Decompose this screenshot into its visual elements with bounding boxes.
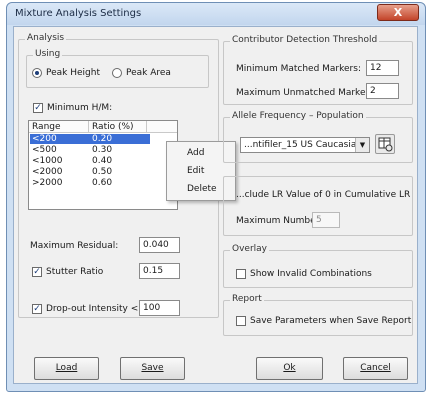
chevron-down-icon[interactable]: ▼ [355, 138, 369, 152]
range-ratio-table[interactable]: Range Ratio (%) <200 0.20 <500 0.30 <100… [28, 120, 178, 210]
using-legend: Using [33, 49, 63, 59]
range-cell: >2000 [32, 178, 63, 188]
save-button[interactable]: Save [120, 357, 185, 380]
analysis-legend: Analysis [25, 33, 67, 43]
ratio-cell: 0.60 [92, 178, 113, 188]
save-parameters-checkbox[interactable] [236, 316, 246, 326]
population-dropdown[interactable]: ...ntifiler_15 US Caucasian ▼ [240, 137, 370, 153]
dropout-label[interactable]: Drop-out Intensity < [46, 304, 138, 314]
range-cell: <500 [32, 145, 57, 155]
maximum-number-input[interactable]: 5 [312, 212, 340, 228]
maximum-residual-input[interactable]: 0.040 [139, 237, 180, 253]
title-bar[interactable]: Mixture Analysis Settings X [7, 3, 425, 25]
peak-height-label[interactable]: Peak Height [46, 68, 100, 78]
maximum-number-label: Maximum Number: [236, 216, 323, 226]
max-unmatched-input[interactable]: 2 [366, 83, 399, 99]
table-row[interactable]: >2000 0.60 [30, 178, 150, 188]
column-separator[interactable] [146, 121, 147, 133]
menu-item-edit[interactable]: Edit [187, 166, 204, 176]
dropout-checkbox[interactable]: ✓ [32, 304, 42, 314]
min-matched-input[interactable]: 12 [366, 60, 399, 76]
population-edit-button[interactable] [375, 134, 395, 154]
column-header-ratio[interactable]: Ratio (%) [92, 122, 134, 132]
table-row[interactable]: <2000 0.50 [30, 167, 150, 177]
column-separator[interactable] [88, 121, 89, 133]
show-invalid-label[interactable]: Show Invalid Combinations [250, 269, 372, 279]
minimum-hm-label[interactable]: Minimum H/M: [47, 103, 112, 113]
dropout-input[interactable]: 100 [139, 300, 180, 316]
ratio-cell: 0.40 [92, 156, 113, 166]
menu-item-add[interactable]: Add [187, 148, 204, 158]
close-button[interactable]: X [377, 4, 419, 21]
range-cell: <1000 [32, 156, 63, 166]
report-legend: Report [230, 294, 264, 304]
save-parameters-label[interactable]: Save Parameters when Save Report [250, 316, 411, 326]
exclude-lr-label[interactable]: ...clude LR Value of 0 in Cumulative LR [236, 190, 410, 200]
ok-button[interactable]: Ok [256, 357, 323, 380]
range-cell: <200 [32, 134, 57, 144]
table-row[interactable]: <200 0.20 [30, 134, 150, 144]
table-header: Range Ratio (%) [29, 121, 177, 133]
overlay-legend: Overlay [230, 244, 269, 254]
stutter-ratio-label[interactable]: Stutter Ratio [46, 267, 103, 277]
menu-item-delete[interactable]: Delete [187, 184, 217, 194]
load-button[interactable]: Load [34, 357, 99, 380]
peak-area-radio[interactable] [112, 68, 122, 78]
range-cell: <2000 [32, 167, 63, 177]
cancel-button[interactable]: Cancel [343, 357, 408, 380]
peak-height-radio[interactable] [32, 68, 42, 78]
contributor-threshold-legend: Contributor Detection Threshold [230, 35, 380, 45]
stutter-ratio-checkbox[interactable]: ✓ [32, 267, 42, 277]
maximum-residual-label: Maximum Residual: [30, 241, 119, 251]
table-settings-icon [378, 137, 393, 152]
table-row[interactable]: <1000 0.40 [30, 156, 150, 166]
table-row[interactable]: <500 0.30 [30, 145, 150, 155]
ratio-cell: 0.50 [92, 167, 113, 177]
min-matched-label: Minimum Matched Markers: [236, 64, 361, 74]
population-selected: ...ntifiler_15 US Caucasian [244, 140, 363, 150]
ratio-cell: 0.20 [92, 134, 113, 144]
allele-frequency-legend: Allele Frequency – Population [230, 111, 366, 121]
show-invalid-checkbox[interactable] [236, 269, 246, 279]
stutter-ratio-input[interactable]: 0.15 [139, 263, 180, 279]
minimum-hm-checkbox[interactable]: ✓ [33, 103, 43, 113]
peak-area-label[interactable]: Peak Area [126, 68, 171, 78]
max-unmatched-label: Maximum Unmatched Markers: [236, 88, 377, 98]
window-title: Mixture Analysis Settings [15, 8, 142, 19]
column-header-range[interactable]: Range [32, 122, 61, 132]
ratio-cell: 0.30 [92, 145, 113, 155]
